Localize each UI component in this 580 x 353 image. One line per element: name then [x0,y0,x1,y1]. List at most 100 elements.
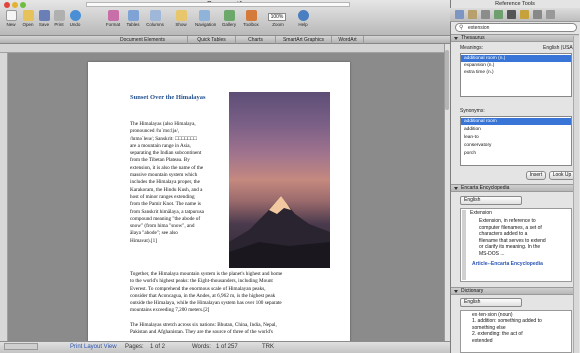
undo-button[interactable]: Undo [66,10,84,34]
synonym-item[interactable]: addition [461,126,571,133]
intro-text-line: ālaya "abode"; see also [130,230,178,237]
intro-text-line: from the Tibetan Plateau. By [130,157,190,164]
zoom-button[interactable]: Zoom [269,10,287,34]
encarta-summary: Extension, in reference to computer filen… [479,218,569,258]
columns-button[interactable]: Columns [146,10,164,34]
tab-charts[interactable]: Charts [236,36,276,44]
print-icon [53,10,65,21]
navigation-button[interactable]: Navigation [195,10,217,34]
scrapbook-icon[interactable] [507,10,516,19]
gallery-button[interactable]: Gallery [220,10,238,34]
mountain-photo[interactable] [229,92,330,268]
synonym-item[interactable]: conservatory [461,142,571,149]
reference-tools-title: Reference Tools [495,1,535,7]
columns-icon [149,10,161,21]
encarta-title: Encarta Encyclopedia [461,185,510,191]
styles-icon[interactable] [455,10,464,19]
dictionary-language-select[interactable]: English [460,298,522,307]
dictionary-title: Dictionary [461,288,484,294]
format-button[interactable]: Format [104,10,122,34]
synonym-item[interactable]: porch [461,150,571,157]
horizontal-ruler[interactable] [0,44,450,53]
thesaurus-header[interactable]: Thesaurus [451,34,579,42]
encarta-header[interactable]: Encarta Encyclopedia [451,184,579,192]
new-button[interactable]: New [2,10,20,34]
words-label: Words: [192,344,211,350]
intro-text-line: Karakoram, the Hindu Kush, and a [130,186,203,193]
intro-text-line: from Sanskrit himālaya, a tatpurusa [130,208,204,215]
navigation-label: Navigation [195,22,217,27]
show-button[interactable]: Show [172,10,190,34]
reference-tools-icon[interactable] [520,10,529,19]
gallery-icon [223,10,235,21]
nations-text-line: Pakistan and Afghanistan. They are the s… [130,329,273,336]
paragraph-intro: The Himalayas (also Himalaya, pronounced … [130,121,226,245]
intro-text-line: includes the Himalaya proper, the [130,179,200,186]
undo-label: Undo [69,22,81,27]
compatibility-icon[interactable] [533,10,542,19]
tab-document-elements[interactable]: Document Elements [98,36,188,44]
new-label: New [6,22,16,27]
object-palette-icon[interactable] [481,10,490,19]
save-icon [38,10,50,21]
thesaurus-language[interactable]: English (USA) [543,45,574,51]
toolbox-icon [245,10,257,21]
look-up-button[interactable]: Look Up [549,171,575,180]
intro-text-line: separating the Indian subcontinent [130,150,202,157]
help-icon [297,10,309,21]
encarta-text-line: computer filenames, a set of [479,224,542,231]
disclosure-triangle-icon [454,290,458,293]
tab-wordart[interactable]: WordArt [332,36,364,44]
show-label: Show [175,22,187,27]
intro-text-line: extension, it is also the name of the [130,164,204,171]
disclosure-triangle-icon [454,37,458,40]
intro-text-line: snow" (from hima "snow", and [130,223,195,230]
show-icon [175,10,187,21]
peaks-text-line: mountains exceeding 7,200 meters.[2] [130,307,210,314]
encarta-text-line: or clarify its meaning. In the [479,244,541,251]
meaning-item[interactable]: extra time (n.) [461,69,571,76]
nations-text-line: The Himalayas stretch across six nations… [130,322,277,328]
tables-button[interactable]: Tables [124,10,142,34]
tab-quick-tables[interactable]: Quick Tables [188,36,236,44]
view-mode-label: Print Layout View [70,344,117,350]
intro-text-line: are a mountain range in Asia, [130,142,191,149]
reference-search-value: extension [468,25,490,31]
intro-text-line: Himavat).[1] [130,237,157,244]
encarta-left-bar [462,210,466,280]
meaning-item[interactable]: additional room (n.) [461,55,571,62]
formatting-icon[interactable] [468,10,477,19]
encarta-text-line: Extension, in reference to [479,218,536,224]
paragraph-nations: The Himalayas stretch across six nations… [130,322,335,337]
synonym-item[interactable]: additional room [461,118,571,125]
synonym-item[interactable]: lean-to [461,134,571,141]
columns-label: Columns [146,22,164,27]
reference-scrollbar[interactable] [573,36,579,353]
citations-icon[interactable] [494,10,503,19]
intro-text-line: The Himalayas (also Himalaya, [130,121,196,127]
intro-text-line: compound meaning "the abode of [130,215,201,222]
encarta-article-link[interactable]: Article--Encarta Encyclopedia [472,261,567,267]
zoom-label: Zoom [272,22,284,27]
open-folder-icon [22,10,34,21]
toolbox-button[interactable]: Toolbox [242,10,260,34]
meaning-item[interactable]: expansion (n.) [461,62,571,69]
project-palette-icon[interactable] [546,10,555,19]
help-button[interactable]: Help [294,10,312,34]
intro-text-line: /hɪməˈleɪə/; Sanskrit: □□□□□□□ [130,135,197,142]
peaks-text-line: to the world's highest peaks: the Eight-… [130,278,273,285]
dictionary-header[interactable]: Dictionary [451,287,579,295]
view-buttons[interactable] [4,343,38,350]
peaks-text-line: Together, the Himalaya mountain system i… [130,271,283,277]
insert-button[interactable]: Insert [526,171,546,180]
pages-value: 1 of 2 [150,344,166,350]
format-icon [107,10,119,21]
tab-smartart-graphics[interactable]: SmartArt Graphics [276,36,332,44]
encarta-text-line: MS-DOS ... [479,250,505,257]
ruler-page-area [86,2,350,7]
vertical-ruler[interactable] [0,53,8,341]
document-scroll-thumb[interactable] [445,50,449,110]
language-label: TRK [262,344,274,350]
encarta-language-select[interactable]: English [460,196,522,205]
pages-label: Pages: [125,344,144,350]
